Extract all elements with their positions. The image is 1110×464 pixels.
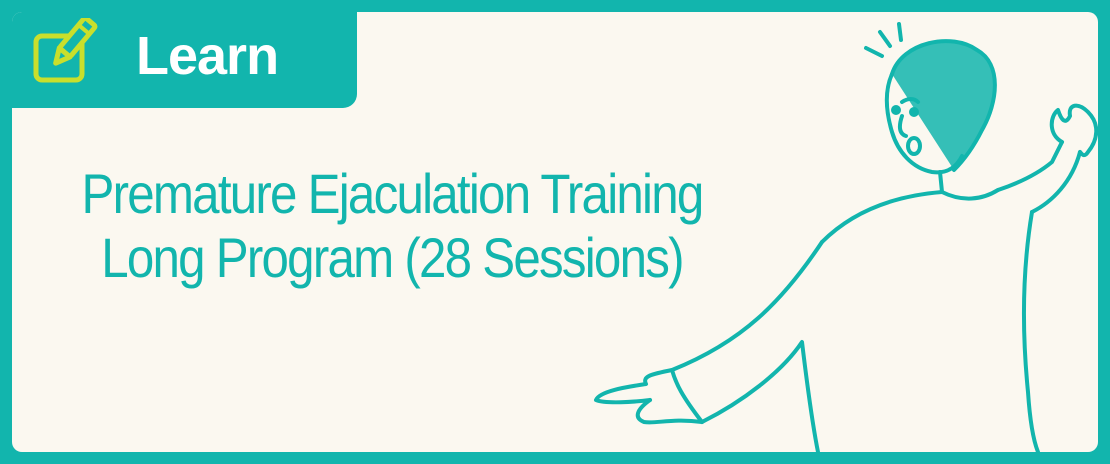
banner-card: Learn Premature Ejaculation Training Lon…: [12, 12, 1098, 452]
pencil-square-icon: [33, 18, 98, 83]
surprised-person-pointing-icon: [594, 22, 1098, 452]
tab-label: Learn: [136, 26, 279, 86]
learn-tab: Learn: [12, 12, 357, 108]
